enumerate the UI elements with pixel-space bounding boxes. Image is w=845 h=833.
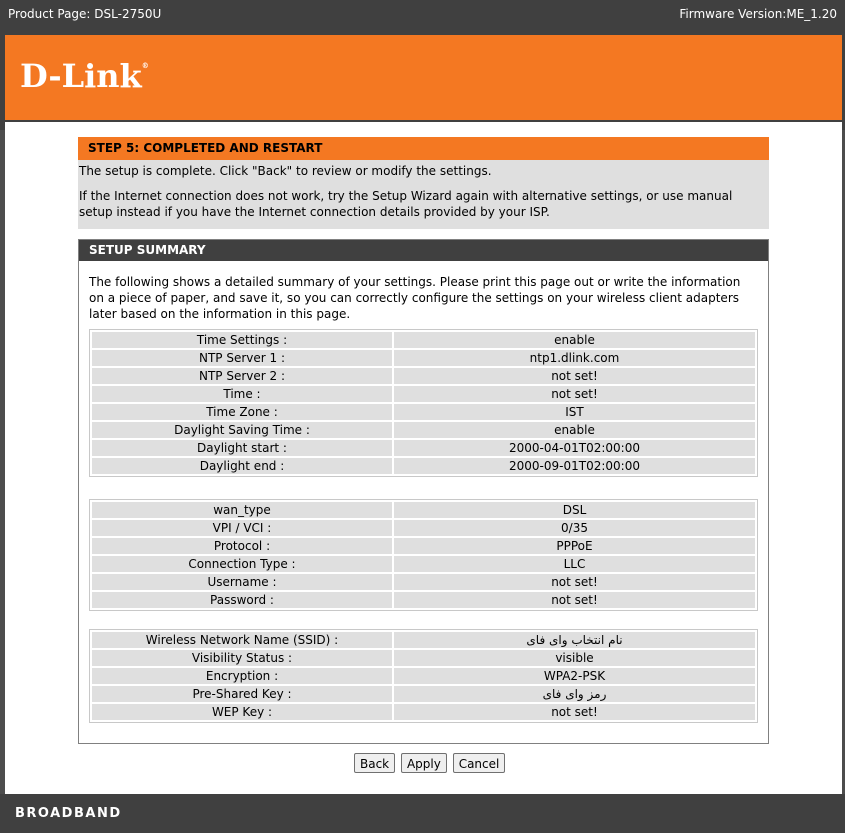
- row-value: not set!: [394, 574, 755, 590]
- cancel-button[interactable]: Cancel: [452, 753, 506, 773]
- table-row: Connection Type : LLC: [92, 556, 755, 572]
- row-label: Password :: [92, 592, 392, 608]
- table-row: Password : not set!: [92, 592, 755, 608]
- wan-settings-table: wan_type DSL VPI / VCI :0/35 Protocol : PP…: [89, 499, 758, 611]
- row-value: نام انتخاب وای فای: [394, 632, 755, 648]
- table-row: wan_type DSL: [92, 502, 755, 518]
- table-row: Username : not set!: [92, 574, 755, 590]
- row-label: Wireless Network Name (SSID) :: [92, 632, 392, 648]
- row-value: visible: [394, 650, 755, 666]
- table-row: Time Zone : IST: [92, 404, 755, 420]
- row-value: not set!: [394, 592, 755, 608]
- row-value: 2000-04-01T02:00:00: [394, 440, 755, 456]
- wireless-settings-table: Wireless Network Name (SSID) : نام انتخاب…: [89, 629, 758, 723]
- main-content: STEP 5: COMPLETED AND RESTART The setup …: [5, 122, 842, 794]
- row-label: WEP Key :: [92, 704, 392, 720]
- table-row: Encryption : WPA2-PSK: [92, 668, 755, 684]
- action-buttons: Back Apply Cancel: [354, 753, 507, 775]
- row-label: Daylight start :: [92, 440, 392, 456]
- table-row: Daylight Saving Time : enable: [92, 422, 755, 438]
- row-value: IST: [394, 404, 755, 420]
- row-label: Protocol :: [92, 538, 392, 554]
- row-value: LLC: [394, 556, 755, 572]
- row-value: enable: [394, 332, 755, 348]
- step-help-text: If the Internet connection does not work…: [79, 189, 733, 219]
- step-complete-text: The setup is complete. Click "Back" to r…: [79, 164, 492, 178]
- row-label: Time Zone :: [92, 404, 392, 420]
- row-value: DSL: [394, 502, 755, 518]
- row-label: Daylight Saving Time :: [92, 422, 392, 438]
- row-label: Time :: [92, 386, 392, 402]
- table-row: Protocol : PPPoE: [92, 538, 755, 554]
- table-row: VPI / VCI :0/35: [92, 520, 755, 536]
- row-label: NTP Server 2 :: [92, 368, 392, 384]
- top-bar: Product Page: DSL-2750U Firmware Version…: [0, 0, 845, 28]
- logo-registered-mark: ®: [141, 61, 149, 70]
- row-value: 0/35: [394, 520, 755, 536]
- table-row: Time : not set!: [92, 386, 755, 402]
- row-label: Daylight end :: [92, 458, 392, 474]
- table-row: WEP Key : not set!: [92, 704, 755, 720]
- dlink-logo: D-Link®: [20, 57, 149, 95]
- row-label: Username :: [92, 574, 392, 590]
- table-row: NTP Server 1 : ntp1.dlink.com: [92, 350, 755, 366]
- row-value: PPPoE: [394, 538, 755, 554]
- footer-bar: BROADBAND: [0, 794, 845, 833]
- row-label: Connection Type :: [92, 556, 392, 572]
- back-button[interactable]: Back: [354, 753, 396, 773]
- row-label: wan_type: [92, 502, 392, 518]
- row-label: NTP Server 1 :: [92, 350, 392, 366]
- table-row: Time Settings : enable: [92, 332, 755, 348]
- step-title: STEP 5: COMPLETED AND RESTART: [78, 137, 769, 160]
- row-label: Pre-Shared Key :: [92, 686, 392, 702]
- row-value: not set!: [394, 368, 755, 384]
- setup-summary-intro: The following shows a detailed summary o…: [89, 275, 741, 321]
- table-row: Daylight start :2000-04-01T02:00:00: [92, 440, 755, 456]
- setup-summary-title: SETUP SUMMARY: [79, 240, 768, 261]
- row-label: VPI / VCI :: [92, 520, 392, 536]
- setup-summary-section: SETUP SUMMARY The following shows a deta…: [78, 239, 769, 744]
- logo-text: D-Link: [20, 57, 142, 95]
- step-section: STEP 5: COMPLETED AND RESTART The setup …: [78, 137, 769, 229]
- row-label: Visibility Status :: [92, 650, 392, 666]
- firmware-version-label: Firmware Version:ME_1.20: [679, 7, 837, 21]
- row-value: WPA2-PSK: [394, 668, 755, 684]
- time-settings-table: Time Settings : enable NTP Server 1 : ntp1…: [89, 329, 758, 477]
- table-row: NTP Server 2 : not set!: [92, 368, 755, 384]
- table-row: Daylight end :2000-09-01T02:00:00: [92, 458, 755, 474]
- brand-banner: D-Link®: [5, 35, 842, 120]
- row-value: ntp1.dlink.com: [394, 350, 755, 366]
- product-page-label: Product Page: DSL-2750U: [8, 7, 162, 21]
- row-value: not set!: [394, 386, 755, 402]
- row-value: enable: [394, 422, 755, 438]
- table-row: Visibility Status : visible: [92, 650, 755, 666]
- table-row: Wireless Network Name (SSID) : نام انتخاب…: [92, 632, 755, 648]
- row-value: not set!: [394, 704, 755, 720]
- row-label: Encryption :: [92, 668, 392, 684]
- broadband-label: BROADBAND: [15, 806, 122, 821]
- row-label: Time Settings :: [92, 332, 392, 348]
- row-value: 2000-09-01T02:00:00: [394, 458, 755, 474]
- row-value: رمز وای فای: [394, 686, 755, 702]
- table-row: Pre-Shared Key : رمز وای فای: [92, 686, 755, 702]
- brand-banner-frame: D-Link®: [0, 28, 845, 130]
- apply-button[interactable]: Apply: [400, 753, 447, 773]
